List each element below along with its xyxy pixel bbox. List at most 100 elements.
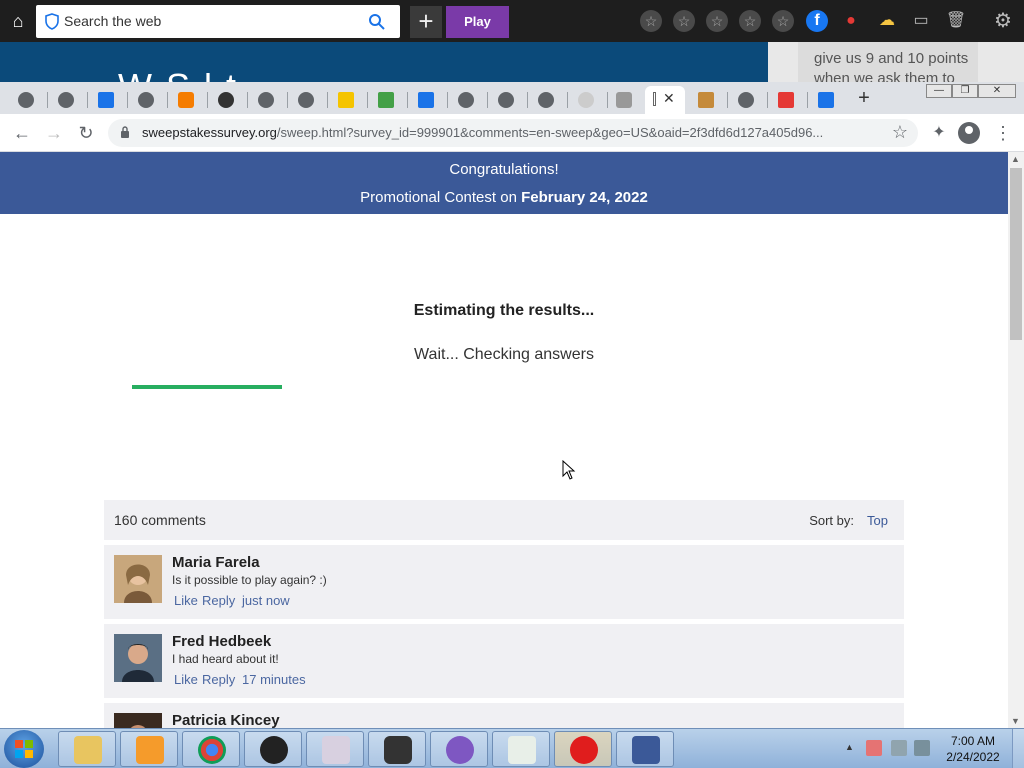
taskbar-opera[interactable] (554, 731, 612, 767)
new-tab-button[interactable]: + (852, 86, 876, 110)
tab[interactable] (88, 86, 128, 114)
tab[interactable] (8, 86, 48, 114)
address-bar[interactable]: sweepstakessurvey.org/sweep.html?survey_… (108, 119, 918, 147)
globe-icon (738, 92, 754, 108)
progress-fill (132, 385, 282, 389)
facebook-icon[interactable]: f (806, 10, 828, 32)
start-button[interactable] (4, 730, 44, 768)
page-scrollbar[interactable]: ▲ ▼ (1008, 152, 1024, 728)
tab[interactable] (288, 86, 328, 114)
globe-icon (258, 92, 274, 108)
reload-icon[interactable]: ↻ (74, 122, 98, 146)
star-icon[interactable]: ☆ (706, 10, 728, 32)
play-button[interactable]: Play (446, 6, 509, 38)
tab[interactable] (368, 86, 408, 114)
tab[interactable] (688, 86, 728, 114)
taskbar-facebook[interactable] (616, 731, 674, 767)
scroll-down-icon[interactable]: ▼ (1011, 716, 1020, 726)
media-player-icon (136, 736, 164, 764)
star-icon[interactable]: ☆ (640, 10, 662, 32)
banner-subtitle-prefix: Promotional Contest on (360, 189, 522, 206)
network-icon[interactable] (891, 740, 907, 756)
clock-time: 7:00 AM (950, 734, 996, 748)
restore-button[interactable]: ❐ (952, 84, 978, 98)
star-icon[interactable]: ☆ (673, 10, 695, 32)
progress-bar (132, 385, 282, 389)
text-cursor-icon (653, 92, 656, 106)
taskbar-app[interactable] (430, 731, 488, 767)
globe-icon (58, 92, 74, 108)
taskbar-app[interactable] (244, 731, 302, 767)
blogger-icon (178, 92, 194, 108)
like-link[interactable]: Like (174, 672, 198, 687)
tab[interactable] (448, 86, 488, 114)
taskbar-clock[interactable]: 7:00 AM 2/24/2022 (940, 733, 1006, 765)
tab[interactable] (768, 86, 808, 114)
extensions-icon[interactable]: ✦ (928, 122, 950, 144)
taskbar-explorer[interactable] (58, 731, 116, 767)
tab[interactable] (168, 86, 208, 114)
taskbar-app[interactable] (306, 731, 364, 767)
star-icon[interactable]: ☆ (772, 10, 794, 32)
taskbar-app[interactable] (492, 731, 550, 767)
search-icon[interactable] (368, 13, 386, 31)
tab[interactable] (408, 86, 448, 114)
reply-link[interactable]: Reply (202, 593, 235, 608)
tab[interactable] (568, 86, 608, 114)
folder-icon[interactable]: ▭ (910, 10, 932, 32)
sort-dropdown[interactable]: Top (867, 513, 888, 528)
reply-link[interactable]: Reply (202, 672, 235, 687)
web-search-box[interactable]: Search the web (36, 5, 400, 38)
volume-icon[interactable] (914, 740, 930, 756)
tray-expand-icon[interactable]: ▲ (845, 742, 854, 752)
tab[interactable] (488, 86, 528, 114)
commenter-name[interactable]: Fred Hedbeek (172, 633, 271, 650)
forward-icon[interactable]: → (42, 122, 66, 146)
tooltip-line: give us 9 and 10 points (814, 50, 969, 67)
windows-logo-icon (15, 740, 33, 758)
home-icon[interactable]: ⌂ (6, 10, 30, 32)
scroll-up-icon[interactable]: ▲ (1011, 154, 1020, 164)
browser-tab-strip: ✕ + — ❐ ✕ (0, 82, 1024, 114)
mouse-pointer-icon (562, 460, 576, 480)
tab[interactable] (528, 86, 568, 114)
bookmark-star-icon[interactable]: ☆ (892, 122, 908, 143)
profile-icon[interactable] (958, 122, 980, 144)
star-icon[interactable]: ☆ (739, 10, 761, 32)
show-desktop-button[interactable] (1012, 729, 1024, 768)
menu-icon[interactable]: ⋮ (994, 122, 1012, 144)
add-button[interactable]: + (410, 6, 442, 38)
tab[interactable] (728, 86, 768, 114)
close-tab-icon[interactable]: ✕ (663, 90, 675, 107)
action-center-icon[interactable] (866, 740, 882, 756)
gear-icon[interactable]: ⚙ (992, 10, 1014, 32)
comment-time: just now (242, 593, 290, 608)
tab[interactable] (606, 86, 646, 114)
tab[interactable] (208, 86, 248, 114)
trash-icon[interactable]: 🗑 (945, 10, 967, 32)
commenter-name[interactable]: Patricia Kincey (172, 712, 280, 728)
like-link[interactable]: Like (174, 593, 198, 608)
lock-icon (121, 126, 129, 138)
face-icon (260, 736, 288, 764)
taskbar-media-player[interactable] (120, 731, 178, 767)
taskbar-app[interactable] (368, 731, 426, 767)
browser-toolbar: ← → ↻ sweepstakessurvey.org/sweep.html?s… (0, 114, 1024, 152)
weather-icon[interactable]: ☁ (876, 10, 898, 32)
minimize-button[interactable]: — (926, 84, 952, 98)
tab[interactable] (48, 86, 88, 114)
tab[interactable] (248, 86, 288, 114)
tab[interactable] (328, 86, 368, 114)
scroll-thumb[interactable] (1010, 168, 1022, 340)
taskbar-chrome[interactable] (182, 731, 240, 767)
ladybug-icon[interactable]: ● (840, 10, 862, 32)
commenter-name[interactable]: Maria Farela (172, 554, 260, 571)
congrats-banner: Congratulations! Promotional Contest on … (0, 152, 1008, 214)
tab[interactable] (128, 86, 168, 114)
globe-icon (18, 92, 34, 108)
active-tab[interactable]: ✕ (645, 86, 685, 114)
back-icon[interactable]: ← (10, 122, 34, 146)
tab[interactable] (808, 86, 848, 114)
web-page: Congratulations! Promotional Contest on … (0, 152, 1008, 728)
close-window-button[interactable]: ✕ (978, 84, 1016, 98)
